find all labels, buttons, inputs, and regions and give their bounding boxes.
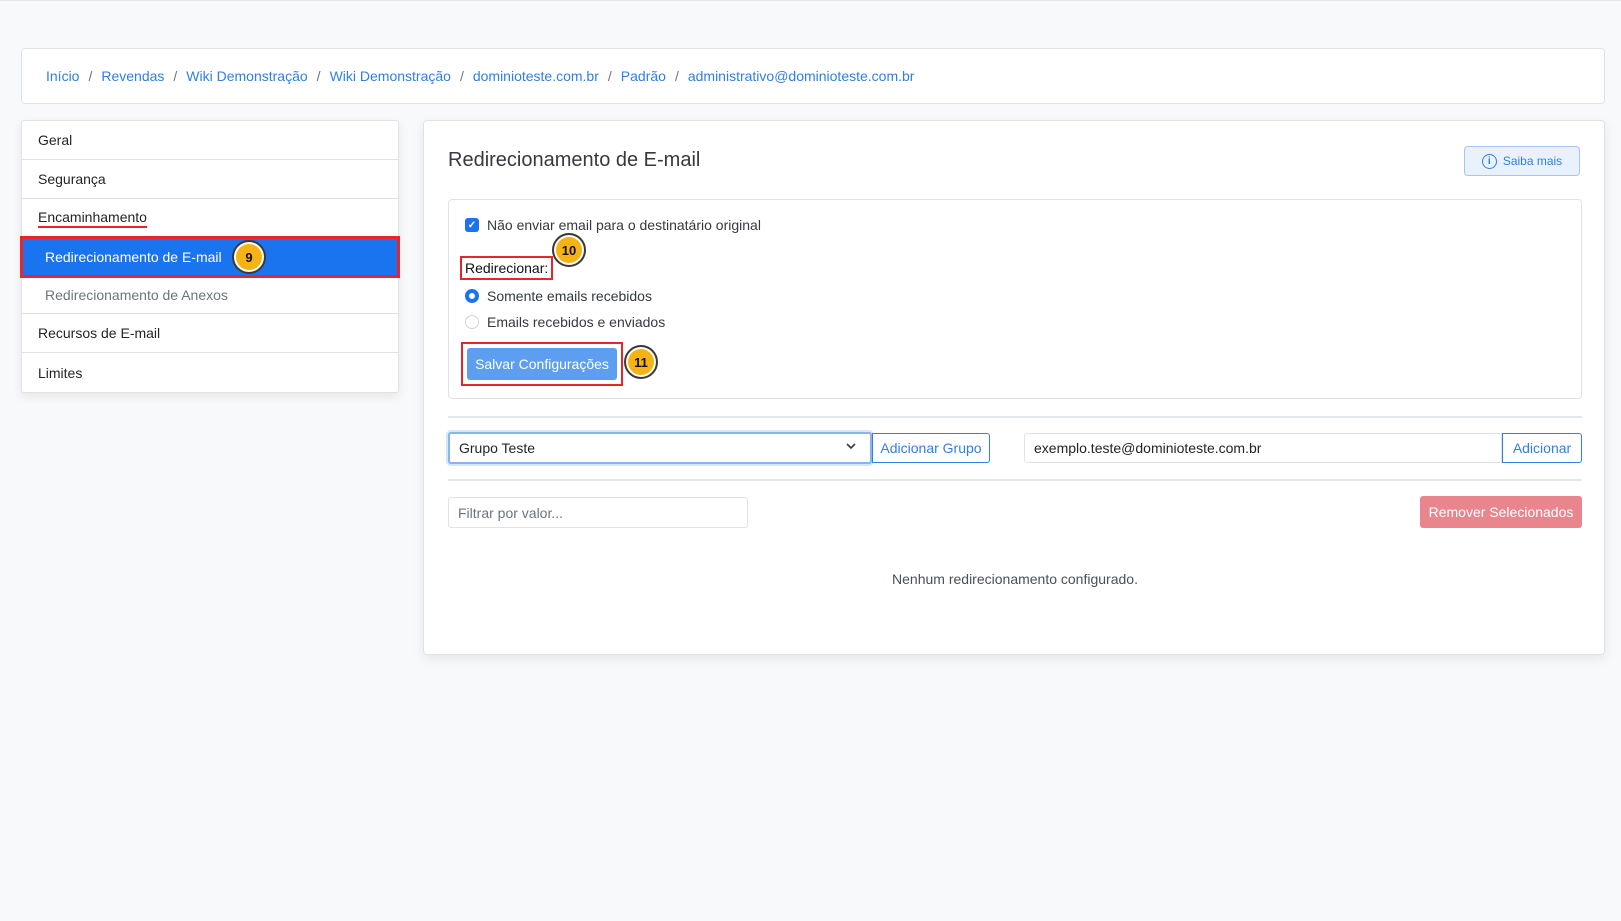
add-email-button[interactable]: Adicionar [1502,433,1582,463]
no-send-original-checkbox[interactable]: ✓ [465,218,479,232]
sidebar-subitem-redirecionamento-email[interactable]: Redirecionamento de E-mail [20,236,400,278]
sidebar-item-label: Encaminhamento [38,209,147,228]
breadcrumb-separator: / [316,68,321,84]
redirect-email-input[interactable] [1024,433,1502,463]
breadcrumb-padrao[interactable]: Padrão [621,68,666,84]
top-divider [0,0,1621,1]
breadcrumb-account[interactable]: administrativo@dominioteste.com.br [688,68,915,84]
breadcrumb: Início / Revendas / Wiki Demonstração / … [21,48,1605,104]
breadcrumb-separator: / [88,68,93,84]
divider [448,416,1582,418]
sidebar-item-label: Redirecionamento de E-mail [45,248,222,265]
radio-received-label: Somente emails recebidos [487,288,652,304]
group-select-value: Grupo Teste [459,440,536,456]
main-panel: Redirecionamento de E-mail i Saiba mais … [423,120,1605,655]
step-badge-9: 9 [232,240,266,274]
breadcrumb-wiki-2[interactable]: Wiki Demonstração [330,68,451,84]
page-title: Redirecionamento de E-mail [448,149,701,171]
sidebar-item-label: Limites [38,364,83,381]
sidebar-subitem-redirecionamento-anexos[interactable]: Redirecionamento de Anexos [22,276,398,314]
radio-row-both[interactable]: Emails recebidos e enviados [465,314,665,330]
filter-input[interactable] [448,497,748,528]
redirect-label: Redirecionar: [460,256,554,280]
radio-both[interactable] [465,315,479,329]
sidebar-item-limites[interactable]: Limites [22,353,398,392]
empty-state-message: Nenhum redirecionamento configurado. [892,571,1138,587]
chevron-down-icon [846,443,856,450]
breadcrumb-separator: / [607,68,612,84]
saiba-mais-button[interactable]: i Saiba mais [1464,146,1580,176]
breadcrumb-separator: / [674,68,679,84]
add-group-button[interactable]: Adicionar Grupo [872,433,990,463]
radio-received[interactable] [465,289,479,303]
step-badge-11: 11 [624,345,658,379]
config-box: ✓ Não enviar email para o destinatário o… [448,199,1582,399]
breadcrumb-separator: / [459,68,464,84]
breadcrumb-inicio[interactable]: Início [46,68,79,84]
divider [448,479,1582,481]
radio-both-label: Emails recebidos e enviados [487,314,666,330]
sidebar-item-recursos-email[interactable]: Recursos de E-mail [22,314,398,353]
sidebar-item-encaminhamento[interactable]: Encaminhamento [22,199,398,238]
breadcrumb-domain[interactable]: dominioteste.com.br [473,68,599,84]
save-config-button[interactable]: Salvar Configurações [467,348,617,380]
saiba-mais-label: Saiba mais [1502,154,1563,168]
sidebar-item-label: Redirecionamento de Anexos [45,286,228,303]
step-badge-10: 10 [552,233,586,267]
no-send-original-row[interactable]: ✓ Não enviar email para o destinatário o… [465,217,761,233]
group-select[interactable]: Grupo Teste [448,432,872,464]
breadcrumb-separator: / [173,68,178,84]
breadcrumb-wiki-1[interactable]: Wiki Demonstração [186,68,307,84]
no-send-original-label: Não enviar email para o destinatário ori… [487,217,761,233]
sidebar-item-label: Recursos de E-mail [38,325,161,341]
breadcrumb-revendas[interactable]: Revendas [101,68,164,84]
save-highlight: Salvar Configurações [461,342,623,386]
sidebar-item-label: Geral [38,132,73,148]
radio-row-received[interactable]: Somente emails recebidos [465,288,652,304]
remove-selected-button[interactable]: Remover Selecionados [1420,496,1582,528]
sidebar-item-label: Segurança [38,171,106,187]
sidebar-item-seguranca[interactable]: Segurança [22,160,398,199]
info-icon: i [1481,153,1497,169]
sidebar: Geral Segurança Encaminhamento Redirecio… [20,120,400,393]
sidebar-item-geral[interactable]: Geral [22,121,398,160]
